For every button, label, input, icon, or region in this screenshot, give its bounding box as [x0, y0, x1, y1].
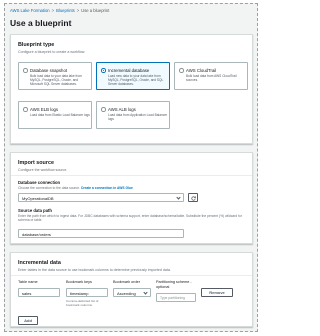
table-name-header: Table name — [18, 280, 38, 284]
database-connection-label: Database connection — [18, 180, 61, 185]
blueprint-option-aws-elb-logs[interactable]: AWS ELB logs Load data from Elastic Load… — [18, 101, 92, 129]
option-description: Load new data to your data lake from MyS… — [108, 74, 164, 87]
import-source-panel: Import source Configure the workflow sou… — [10, 152, 253, 244]
database-connection-description: Choose the connection to the data source… — [18, 186, 133, 190]
bookmark-order-value: Ascending — [117, 290, 136, 296]
refresh-connections-button[interactable] — [188, 193, 198, 202]
source-data-path-label: Source data path — [18, 208, 52, 213]
database-connection-select[interactable]: MyOperationalDB — [18, 193, 184, 202]
option-title: AWS ELB logs — [30, 106, 59, 112]
incremental-data-title: Incremental data — [18, 260, 61, 266]
divider — [11, 175, 252, 176]
radio-button-selected[interactable] — [101, 68, 106, 73]
chevron-down-icon — [176, 195, 181, 201]
page-title: Use a blueprint — [10, 18, 72, 28]
console-window: AWS Lake Formation > Blueprints > Use a blue… — [4, 3, 258, 332]
breadcrumb-separator: > — [51, 8, 55, 13]
blueprint-type-panel: Blueprint type Configure a blueprint to … — [10, 34, 253, 144]
option-description: Bulk load data from AWS CloudTrail sourc… — [186, 74, 237, 83]
blueprint-type-description: Configure a blueprint to create a workfl… — [18, 50, 86, 54]
add-button[interactable]: Add — [18, 316, 38, 325]
source-data-path-value: database/orders — [22, 231, 51, 237]
refresh-icon — [191, 195, 196, 201]
blueprint-option-aws-alb-logs[interactable]: AWS ALB logs Load data from Application … — [96, 101, 170, 129]
connection-description-text: Choose the connection to the data source… — [18, 186, 80, 190]
radio-button[interactable] — [101, 107, 106, 112]
chevron-down-icon — [143, 290, 148, 296]
option-title: Database snapshot — [30, 67, 68, 73]
breadcrumb-separator: > — [76, 8, 80, 13]
option-description: Load data from Application Load Balancer… — [108, 113, 168, 122]
table-name-input[interactable]: sales — [18, 288, 60, 297]
option-title: AWS ALB logs — [108, 106, 136, 112]
blueprint-option-incremental-database[interactable]: Incremental database Load new data to yo… — [96, 62, 170, 90]
breadcrumb-blueprints[interactable]: Blueprints — [56, 8, 75, 13]
import-source-description: Configure the workflow source. — [18, 168, 68, 172]
partitioning-input[interactable]: Type partitioning — [156, 293, 196, 302]
import-source-title: Import source — [18, 160, 54, 166]
bookmark-keys-input[interactable]: timestamp — [66, 288, 108, 297]
remove-button[interactable]: Remove — [201, 288, 233, 297]
blueprint-option-database-snapshot[interactable]: Database snapshot Bulk load data to your… — [18, 62, 92, 90]
bookmark-order-header: Bookmark order — [113, 280, 141, 284]
option-title: AWS CloudTrail — [186, 67, 217, 73]
incremental-data-description: Enter tables in the data source to use b… — [18, 268, 171, 272]
breadcrumb-lake-formation[interactable]: AWS Lake Formation — [10, 8, 50, 13]
breadcrumb: AWS Lake Formation > Blueprints > Use a blue… — [10, 8, 109, 13]
option-title: Incremental database — [108, 67, 150, 73]
breadcrumb-current: Use a blueprint — [81, 8, 110, 13]
table-name-value: sales — [22, 290, 32, 296]
incremental-data-panel: Incremental data Enter tables in the dat… — [10, 252, 253, 327]
create-connection-link[interactable]: Create a connection in AWS Glue — [81, 186, 133, 190]
bookmark-keys-header: Bookmark keys — [66, 280, 92, 284]
database-connection-value: MyOperationalDB — [22, 195, 54, 201]
option-description: Bulk load data to your data lake from My… — [30, 74, 82, 87]
radio-button[interactable] — [179, 68, 184, 73]
divider — [11, 275, 252, 276]
blueprint-type-title: Blueprint type — [18, 42, 55, 48]
blueprint-option-aws-cloudtrail[interactable]: AWS CloudTrail Bulk load data from AWS C… — [174, 62, 248, 90]
source-data-path-input[interactable]: database/orders — [18, 229, 184, 238]
partitioning-header: Partitioning scheme - optional — [156, 280, 192, 289]
bookmark-keys-value: timestamp — [70, 290, 89, 296]
bookmark-keys-hint: Comma-delimited list of bookmark columns… — [66, 299, 99, 307]
bookmark-order-select[interactable]: Ascending — [113, 288, 151, 297]
partitioning-placeholder: Type partitioning — [160, 296, 185, 301]
radio-button[interactable] — [23, 68, 28, 73]
option-description: Load data from Elastic Load Balancer log… — [30, 113, 90, 117]
radio-button[interactable] — [23, 107, 28, 112]
source-data-path-description: Enter the path from which to ingest data… — [18, 214, 242, 223]
